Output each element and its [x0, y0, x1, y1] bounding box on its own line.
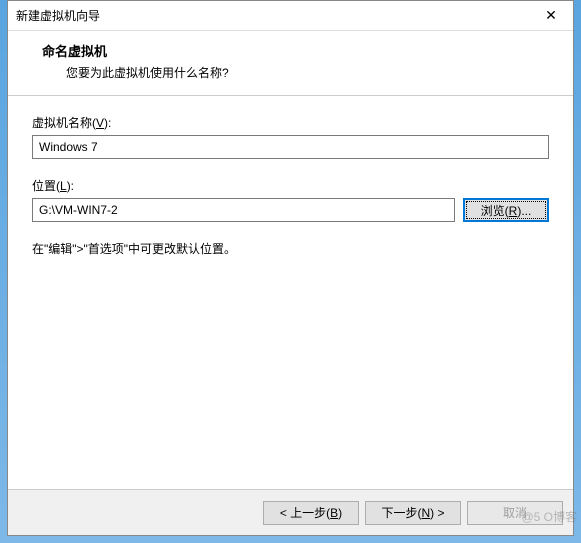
back-button[interactable]: < 上一步(B): [263, 501, 359, 525]
location-input[interactable]: [32, 198, 455, 222]
location-group: 位置(L): 浏览(R)...: [32, 177, 549, 222]
close-icon: ✕: [545, 7, 557, 24]
window-title: 新建虚拟机向导: [16, 7, 100, 24]
vm-name-group: 虚拟机名称(V):: [32, 114, 549, 159]
vm-name-label: 虚拟机名称(V):: [32, 114, 549, 131]
content-area: 虚拟机名称(V): 位置(L): 浏览(R)... 在"编辑">"首选项"中可更…: [8, 96, 573, 489]
location-label: 位置(L):: [32, 177, 549, 194]
page-title: 命名虚拟机: [42, 41, 553, 60]
close-button[interactable]: ✕: [529, 2, 573, 30]
hint-text: 在"编辑">"首选项"中可更改默认位置。: [32, 240, 549, 257]
wizard-dialog: 新建虚拟机向导 ✕ 命名虚拟机 您要为此虚拟机使用什么名称? 虚拟机名称(V):…: [7, 0, 574, 536]
titlebar: 新建虚拟机向导 ✕: [8, 1, 573, 31]
vm-name-input[interactable]: [32, 135, 549, 159]
footer: < 上一步(B) 下一步(N) > 取消: [8, 489, 573, 535]
header-area: 命名虚拟机 您要为此虚拟机使用什么名称?: [8, 31, 573, 96]
browse-button[interactable]: 浏览(R)...: [463, 198, 549, 222]
location-row: 浏览(R)...: [32, 198, 549, 222]
next-button[interactable]: 下一步(N) >: [365, 501, 461, 525]
page-subtitle: 您要为此虚拟机使用什么名称?: [66, 64, 553, 81]
cancel-button[interactable]: 取消: [467, 501, 563, 525]
